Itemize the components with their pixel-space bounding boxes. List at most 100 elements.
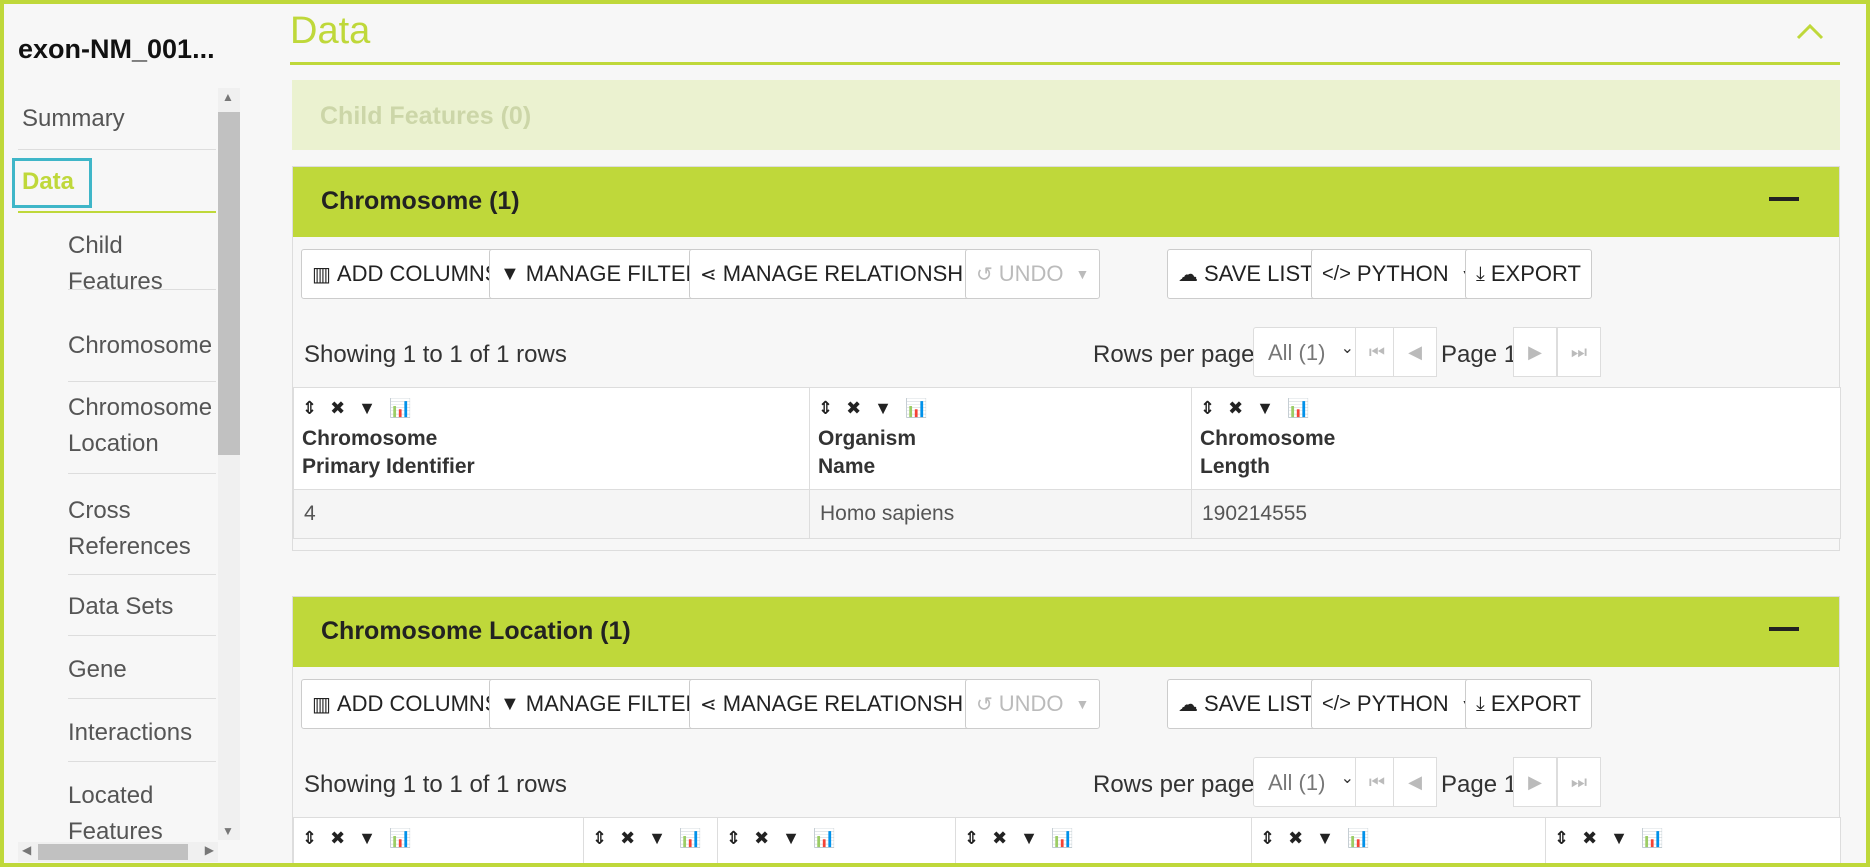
undo-icon: ↺ (976, 693, 993, 716)
button-label: PYTHON (1356, 261, 1449, 286)
button-label: EXPORT (1490, 261, 1581, 286)
caret-down-icon: ▼ (1075, 696, 1090, 712)
prev-page-button[interactable]: ◀ (1393, 327, 1437, 377)
prev-page-button[interactable]: ◀ (1393, 757, 1437, 807)
rows-per-page-select[interactable]: All (1) ⌄ (1253, 757, 1365, 807)
column-actions[interactable]: ⇕ ✖ ▼ 📊 (302, 398, 801, 419)
columns-icon: ▥ (312, 693, 331, 716)
table-cell[interactable]: 4 (293, 489, 810, 539)
header-label: Length (1200, 455, 1270, 478)
button-label: UNDO (998, 691, 1064, 716)
python-button[interactable]: </>PYTHON▼ (1311, 249, 1486, 299)
download-icon: ⤓ (1476, 262, 1485, 285)
header-label: Organism (818, 427, 917, 450)
chevron-up-icon[interactable] (1796, 16, 1824, 48)
export-button[interactable]: ⤓ EXPORT (1465, 249, 1592, 299)
column-actions[interactable]: ⇕ ✖ ▼ 📊 (1554, 828, 1832, 849)
column-actions[interactable]: ⇕ ✖ ▼ 📊 (302, 828, 575, 849)
column-header: ⇕ ✖ ▼ 📊 (583, 817, 718, 863)
panel-title: Chromosome (1) (321, 187, 520, 215)
column-header: ⇕ ✖ ▼ 📊 Chromosome Primary Identifier (293, 387, 810, 490)
sidebar-item-label: Location (68, 430, 159, 457)
header-label: Chromosome (1200, 427, 1336, 450)
save-list-button[interactable]: ☁ SAVE LIST (1167, 679, 1325, 729)
sidebar-item-gene[interactable]: Gene (68, 652, 216, 699)
panel-title: Chromosome Location (1) (321, 617, 631, 645)
rows-count: Showing 1 to 1 of 1 rows (304, 771, 567, 798)
app-frame: exon-NM_001... Summary Data Child Featur… (4, 4, 1866, 863)
code-icon: </> (1322, 692, 1351, 715)
sidebar-item-data-sets[interactable]: Data Sets (68, 589, 216, 636)
button-label: UNDO (998, 261, 1064, 286)
sidebar-item-summary[interactable]: Summary (18, 88, 216, 150)
caret-down-icon: ▼ (1075, 266, 1090, 282)
button-label: MANAGE FILTERS (525, 261, 717, 286)
sidebar-vertical-scrollbar[interactable]: ▲ ▼ (218, 88, 240, 840)
python-button[interactable]: </>PYTHON▼ (1311, 679, 1486, 729)
last-page-button[interactable]: ⏭ (1557, 327, 1601, 377)
pagination-bar: Showing 1 to 1 of 1 rows Rows per page: … (293, 327, 1839, 387)
minus-icon[interactable] (1769, 627, 1799, 631)
button-label: EXPORT (1490, 691, 1581, 716)
manage-relationships-button[interactable]: ⋖ MANAGE RELATIONSHIPS (689, 249, 1010, 299)
section-title: Data (290, 10, 371, 52)
manage-relationships-button[interactable]: ⋖ MANAGE RELATIONSHIPS (689, 679, 1010, 729)
panel-header[interactable]: Chromosome Location (1) (293, 597, 1839, 667)
page-indicator: Page 1 (1441, 771, 1518, 798)
scrollbar-thumb[interactable] (38, 844, 188, 860)
cloud-upload-icon: ☁ (1178, 263, 1198, 286)
sidebar-item-cross-references[interactable]: Cross References (68, 493, 216, 575)
add-columns-button[interactable]: ▥ ADD COLUMNS (301, 679, 511, 729)
scroll-up-icon[interactable]: ▲ (222, 90, 234, 104)
scroll-left-icon[interactable]: ◀ (22, 843, 31, 857)
column-actions[interactable]: ⇕ ✖ ▼ 📊 (726, 828, 947, 849)
rows-per-page-label: Rows per page: (1093, 771, 1262, 798)
scrollbar-thumb[interactable] (218, 112, 240, 455)
results-table: ⇕ ✖ ▼ 📊 ⇕ ✖ ▼ 📊 ⇕ ✖ ▼ 📊 ⇕ ✖ ▼ 📊 ⇕ ✖ ▼ 📊 … (293, 817, 1841, 863)
scroll-right-icon[interactable]: ▶ (205, 843, 214, 857)
code-icon: </> (1322, 262, 1351, 285)
undo-icon: ↺ (976, 263, 993, 286)
table-cell[interactable]: 190214555 (1191, 489, 1841, 539)
undo-button[interactable]: ↺ UNDO ▼ (965, 679, 1101, 729)
select-value: All (1) (1268, 340, 1326, 365)
column-header: ⇕ ✖ ▼ 📊 Chromosome Length (1191, 387, 1841, 490)
table-toolbar: ▥ ADD COLUMNS ▼ MANAGE FILTERS ⋖ MANAGE REL… (293, 667, 1839, 757)
export-button[interactable]: ⤓ EXPORT (1465, 679, 1592, 729)
child-features-header[interactable]: Child Features (0) (292, 80, 1840, 150)
next-page-button[interactable]: ▶ (1513, 327, 1557, 377)
column-actions[interactable]: ⇕ ✖ ▼ 📊 (592, 828, 709, 849)
column-actions[interactable]: ⇕ ✖ ▼ 📊 (818, 398, 1183, 419)
sidebar-item-interactions[interactable]: Interactions (68, 715, 216, 762)
minus-icon[interactable] (1769, 197, 1799, 201)
cloud-upload-icon: ☁ (1178, 693, 1198, 716)
column-header: ⇕ ✖ ▼ 📊 (293, 817, 584, 863)
column-actions[interactable]: ⇕ ✖ ▼ 📊 (964, 828, 1243, 849)
next-page-button[interactable]: ▶ (1513, 757, 1557, 807)
rows-per-page-select[interactable]: All (1) ⌄ (1253, 327, 1365, 377)
panel-header[interactable]: Chromosome (1) (293, 167, 1839, 237)
sidebar-item-chromosome-location[interactable]: Chromosome Location (68, 390, 216, 474)
column-actions[interactable]: ⇕ ✖ ▼ 📊 (1200, 398, 1832, 419)
table-cell[interactable]: Homo sapiens (809, 489, 1192, 539)
rows-per-page-label: Rows per page: (1093, 341, 1262, 368)
sidebar-item-label: Chromosome (68, 394, 213, 421)
sidebar-item-label: Child (68, 232, 123, 259)
filter-icon: ▼ (500, 692, 520, 715)
button-label: MANAGE RELATIONSHIPS (722, 691, 999, 716)
column-actions[interactable]: ⇕ ✖ ▼ 📊 (1260, 828, 1537, 849)
button-label: MANAGE FILTERS (525, 691, 717, 716)
sidebar: exon-NM_001... Summary Data Child Featur… (4, 4, 244, 863)
add-columns-button[interactable]: ▥ ADD COLUMNS (301, 249, 511, 299)
scroll-down-icon[interactable]: ▼ (222, 824, 234, 838)
chevron-down-icon: ⌄ (1340, 340, 1354, 357)
sidebar-horizontal-scrollbar[interactable]: ◀ ▶ (18, 842, 218, 862)
save-list-button[interactable]: ☁ SAVE LIST (1167, 249, 1325, 299)
sidebar-item-chromosome[interactable]: Chromosome (68, 328, 216, 382)
sidebar-item-label: Summary (22, 105, 125, 132)
sidebar-item-child-features[interactable]: Child Features (68, 228, 216, 295)
last-page-button[interactable]: ⏭ (1557, 757, 1601, 807)
sidebar-item-located-features[interactable]: Located Features (68, 778, 216, 848)
undo-button[interactable]: ↺ UNDO ▼ (965, 249, 1101, 299)
child-features-title: Child Features (0) (320, 102, 532, 130)
